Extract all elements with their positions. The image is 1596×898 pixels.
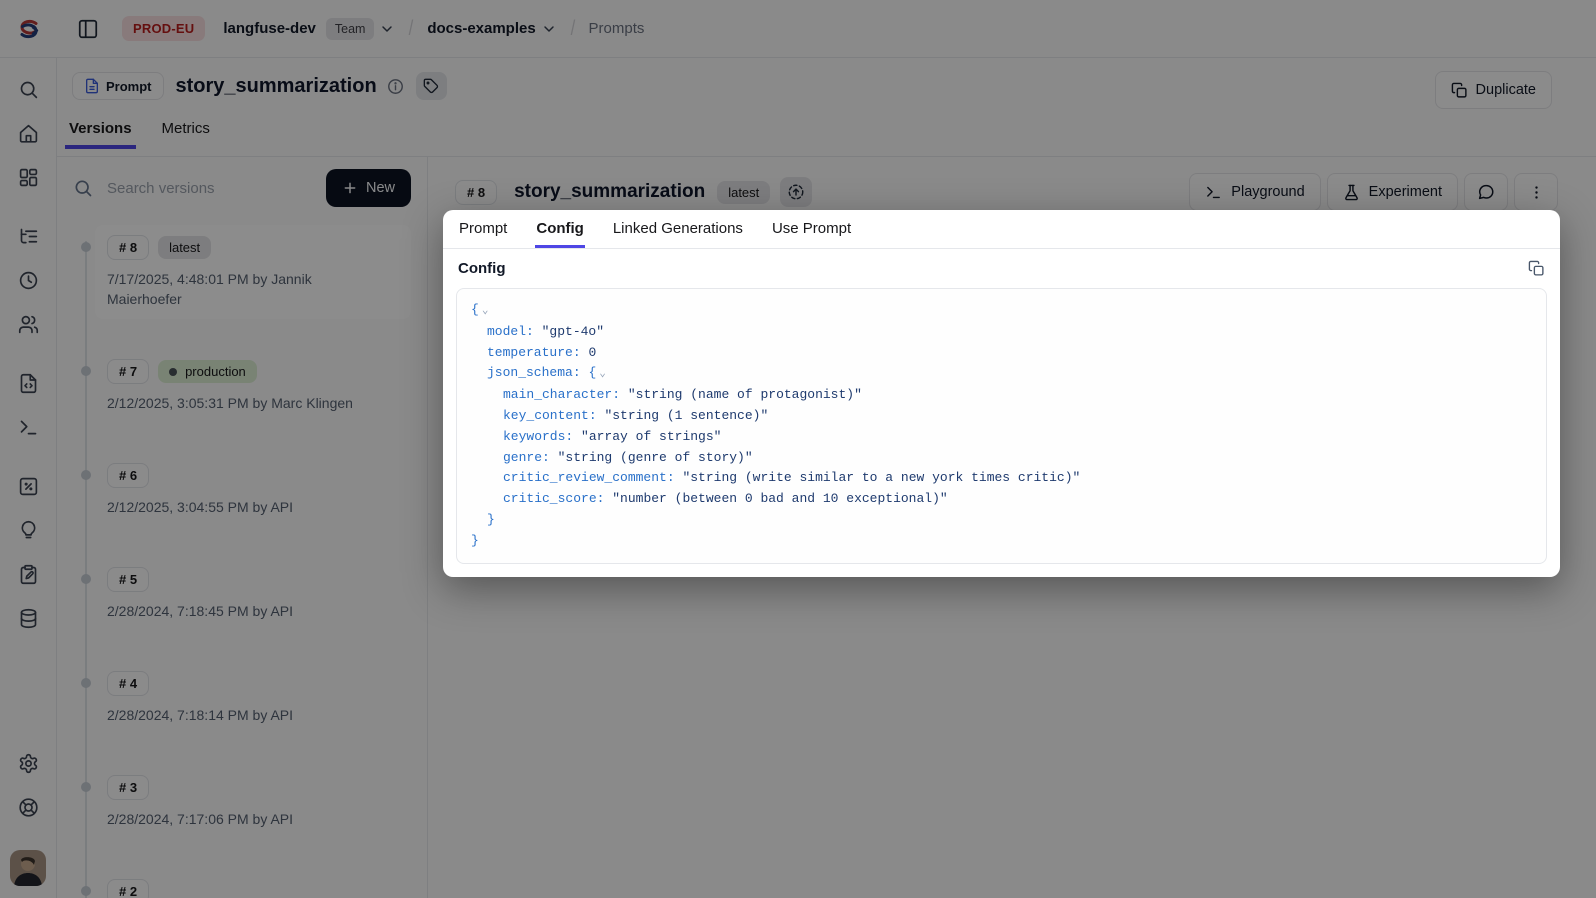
code-token-key: main_character: bbox=[503, 387, 620, 402]
code-line: keywords: "array of strings" bbox=[471, 427, 1532, 448]
code-token-key: critic_score: bbox=[503, 491, 604, 506]
code-line: } bbox=[471, 531, 1532, 552]
code-line: } bbox=[471, 510, 1532, 531]
code-token-val: "string (name of protagonist)" bbox=[628, 387, 862, 402]
code-line: {⌄ bbox=[471, 300, 1532, 322]
code-token-key: critic_review_comment: bbox=[503, 470, 675, 485]
code-line: key_content: "string (1 sentence)" bbox=[471, 406, 1532, 427]
code-token-key: key_content: bbox=[503, 408, 597, 423]
code-token-key: temperature: bbox=[487, 345, 581, 360]
config-json-viewer: {⌄model: "gpt-4o"temperature: 0json_sche… bbox=[456, 288, 1547, 564]
code-token-key: json_schema: bbox=[487, 365, 581, 380]
code-token-key: model: bbox=[487, 324, 534, 339]
code-token-val: "string (1 sentence)" bbox=[604, 408, 768, 423]
config-detail-card: Prompt Config Linked Generations Use Prompt… bbox=[443, 210, 1560, 577]
code-line: critic_score: "number (between 0 bad and… bbox=[471, 489, 1532, 510]
code-token-brace: } bbox=[471, 533, 479, 548]
code-token-brace: { bbox=[588, 365, 596, 380]
collapse-chevron-icon[interactable]: ⌄ bbox=[599, 368, 606, 380]
code-line: genre: "string (genre of story)" bbox=[471, 448, 1532, 469]
card-tab-config[interactable]: Config bbox=[535, 210, 584, 248]
code-line: temperature: 0 bbox=[471, 343, 1532, 364]
code-token-val: "number (between 0 bad and 10 exceptiona… bbox=[612, 491, 947, 506]
collapse-chevron-icon[interactable]: ⌄ bbox=[482, 305, 489, 317]
code-line: model: "gpt-4o" bbox=[471, 322, 1532, 343]
code-token-val: "string (write similar to a new york tim… bbox=[682, 470, 1080, 485]
code-token-key: genre: bbox=[503, 450, 550, 465]
code-line: critic_review_comment: "string (write si… bbox=[471, 468, 1532, 489]
code-line: json_schema: {⌄ bbox=[471, 363, 1532, 385]
code-token-val: 0 bbox=[588, 345, 596, 360]
code-token-key: keywords: bbox=[503, 429, 573, 444]
code-token-val: "string (genre of story)" bbox=[558, 450, 753, 465]
card-tab-linked-generations[interactable]: Linked Generations bbox=[612, 210, 744, 248]
code-token-brace: { bbox=[471, 302, 479, 317]
card-tab-use-prompt[interactable]: Use Prompt bbox=[771, 210, 852, 248]
detail-card-tabs: Prompt Config Linked Generations Use Prompt bbox=[443, 210, 1560, 249]
copy-icon bbox=[1528, 260, 1545, 277]
card-tab-prompt[interactable]: Prompt bbox=[458, 210, 508, 248]
langfuse-app: PROD-EU langfuse-dev Team / docs-example… bbox=[0, 0, 1596, 898]
code-line: main_character: "string (name of protago… bbox=[471, 385, 1532, 406]
code-token-val: "gpt-4o" bbox=[542, 324, 604, 339]
code-token-brace: } bbox=[487, 512, 495, 527]
copy-config-button[interactable] bbox=[1528, 260, 1545, 277]
code-token-val: "array of strings" bbox=[581, 429, 721, 444]
config-section-title: Config bbox=[458, 260, 505, 277]
